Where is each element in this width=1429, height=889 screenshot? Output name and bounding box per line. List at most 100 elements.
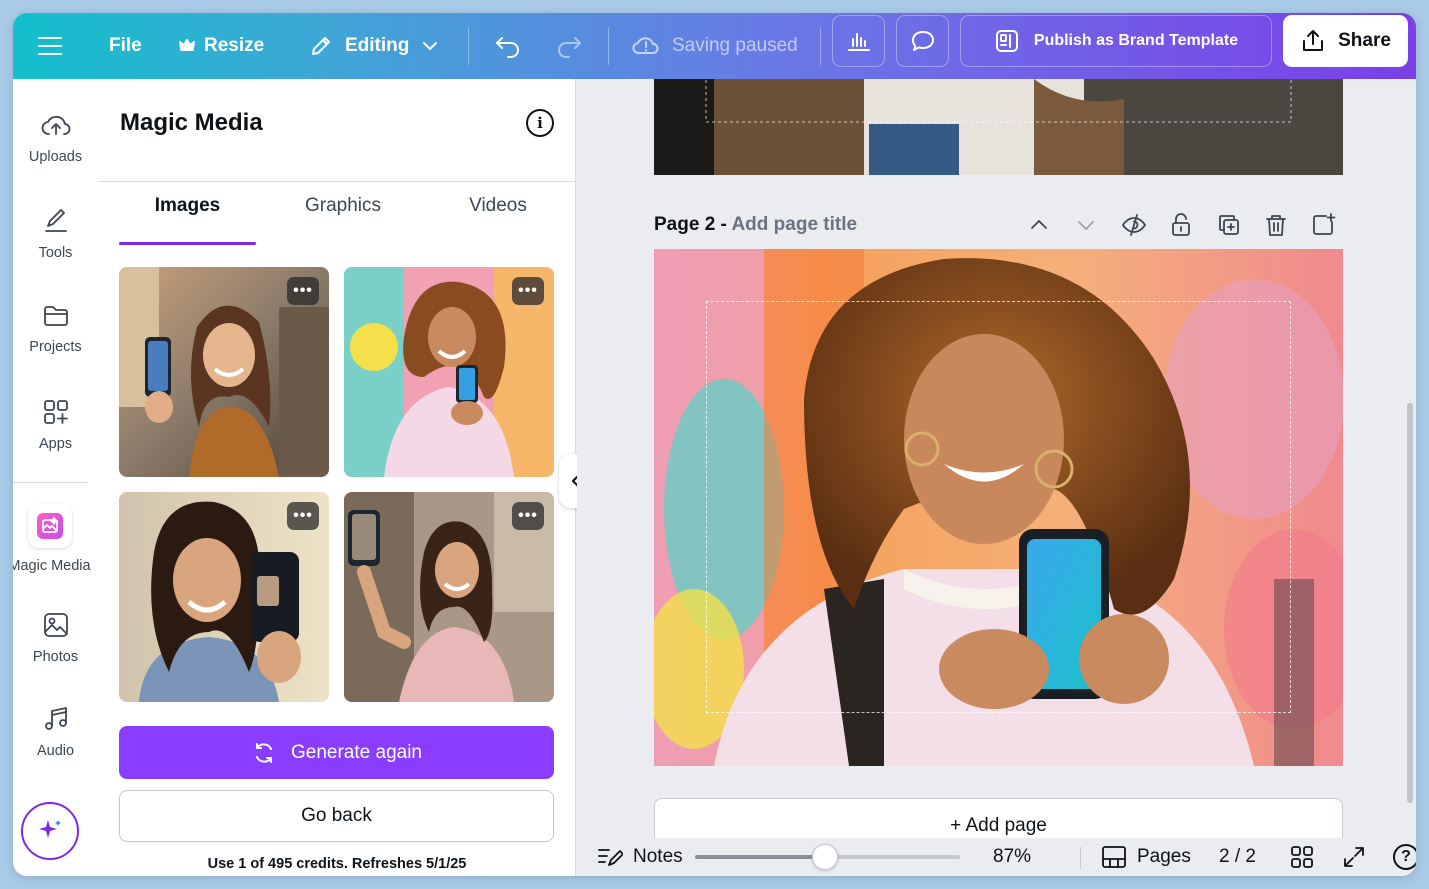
chevron-up-icon [1031, 220, 1047, 229]
page-1-image [654, 79, 1343, 175]
more-options-button[interactable]: ••• [287, 277, 319, 305]
chevron-down-icon [423, 42, 438, 50]
generated-image-4[interactable]: ••• [344, 492, 554, 702]
eye-slash-icon [1122, 214, 1146, 236]
zoom-slider[interactable] [695, 844, 960, 870]
bottom-divider [1080, 847, 1081, 869]
more-options-button[interactable]: ••• [512, 502, 544, 530]
pages-button[interactable]: Pages [1101, 838, 1191, 876]
sparkle-icon [39, 820, 61, 838]
sidebar-item-apps[interactable]: Apps [13, 398, 98, 452]
apps-grid-icon [43, 400, 68, 424]
editing-mode-dropdown[interactable]: Editing [309, 13, 439, 79]
sidebar-label: Audio [36, 743, 75, 759]
bottom-toolbar: Notes 87% Pages 2 / 2 ? [577, 838, 1416, 876]
generated-image-3[interactable]: ••• [119, 492, 329, 702]
magic-image-icon [41, 517, 58, 533]
sidebar-label: Magic Media [13, 558, 91, 574]
saving-status-label: Saving paused [672, 35, 798, 56]
sidebar-item-audio[interactable]: Audio [13, 705, 98, 759]
notes-icon [598, 849, 623, 866]
sidebar-label: Uploads [28, 149, 83, 165]
page-label: Page 2 - Add page title [654, 214, 857, 236]
zoom-level-button[interactable]: 87% [993, 838, 1031, 876]
delete-page-button[interactable] [1263, 212, 1289, 238]
resize-label: Resize [204, 35, 265, 56]
undo-icon [496, 37, 519, 58]
help-icon: ? [1393, 844, 1416, 870]
info-icon[interactable]: i [526, 109, 554, 137]
add-page-button[interactable] [1310, 212, 1336, 238]
sidebar-label: Tools [38, 245, 73, 261]
generated-image-2[interactable]: ••• [344, 267, 554, 477]
saving-status[interactable]: Saving paused [632, 13, 798, 79]
page-2-header: Page 2 - Add page title [654, 212, 1343, 240]
photo-icon [43, 613, 68, 637]
tab-graphics[interactable]: Graphics [278, 195, 408, 229]
fullscreen-button[interactable] [1342, 838, 1366, 876]
folder-icon [43, 306, 68, 326]
duplicate-page-button[interactable] [1216, 212, 1242, 238]
canvas-scrollbar[interactable] [1407, 403, 1413, 803]
more-options-button[interactable]: ••• [287, 502, 319, 530]
redo-icon [558, 37, 581, 58]
page-2-canvas[interactable] [654, 249, 1343, 766]
cloud-upload-icon [41, 115, 70, 135]
move-page-down-button[interactable] [1073, 212, 1099, 238]
insights-button[interactable] [832, 15, 885, 67]
grid-view-button[interactable] [1290, 838, 1314, 876]
sidebar-label: Apps [38, 436, 73, 452]
move-page-up-button[interactable] [1026, 212, 1052, 238]
redo-button[interactable] [555, 13, 583, 79]
sidebar-label: Projects [29, 339, 82, 355]
sidebar-item-uploads[interactable]: Uploads [13, 113, 98, 165]
undo-button[interactable] [494, 13, 522, 79]
zoom-level: 87% [993, 846, 1032, 867]
tab-images[interactable]: Images [119, 195, 256, 229]
sidebar-item-tools[interactable]: Tools [13, 207, 98, 261]
generate-again-button[interactable]: Generate again [119, 726, 554, 779]
panel-divider [98, 181, 576, 182]
page-count-label: 2 / 2 [1219, 846, 1256, 867]
bar-chart-icon [847, 33, 870, 51]
safe-area-guide [706, 301, 1291, 713]
grid-view-icon [1291, 846, 1313, 868]
pages-label: Pages [1137, 846, 1191, 867]
page-1-thumbnail[interactable] [654, 79, 1343, 175]
comments-button[interactable] [896, 15, 949, 67]
left-sidebar: Uploads Tools Projects Apps Magic Media … [13, 79, 98, 876]
trash-icon [1266, 215, 1286, 236]
add-page-bar[interactable]: + Add page [654, 798, 1343, 838]
top-toolbar: File Resize Editing Saving paused Publis… [13, 13, 1416, 79]
generated-image-1[interactable]: ••• [119, 267, 329, 477]
magic-media-tile [27, 504, 72, 548]
comment-icon [911, 31, 934, 51]
refresh-icon [256, 742, 272, 763]
hamburger-icon [38, 37, 62, 55]
resize-button[interactable]: Resize [179, 13, 264, 79]
notes-button[interactable]: Notes [597, 838, 683, 876]
crown-icon [179, 39, 195, 51]
music-note-icon [44, 707, 67, 730]
pencil-icon [312, 37, 330, 55]
publish-label: Publish as Brand Template [1033, 32, 1239, 49]
go-back-button[interactable]: Go back [119, 790, 554, 842]
publish-brand-template-button[interactable]: Publish as Brand Template [960, 15, 1272, 67]
file-menu-button[interactable]: File [109, 13, 142, 79]
sidebar-item-photos[interactable]: Photos [13, 611, 98, 665]
share-button[interactable]: Share [1283, 15, 1408, 67]
menu-button[interactable] [37, 13, 63, 79]
zoom-slider-handle[interactable] [811, 844, 838, 870]
magic-assistant-button[interactable] [21, 802, 79, 860]
help-button[interactable]: ? [1393, 838, 1416, 876]
lock-page-button[interactable] [1168, 212, 1194, 238]
page-title-input[interactable]: Add page title [731, 214, 857, 235]
hide-page-button[interactable] [1121, 212, 1147, 238]
pages-icon [1102, 846, 1126, 868]
more-options-button[interactable]: ••• [512, 277, 544, 305]
share-label: Share [1338, 30, 1391, 51]
sidebar-item-projects[interactable]: Projects [13, 303, 98, 355]
sidebar-item-magic-media[interactable]: Magic Media [13, 504, 92, 574]
tab-videos[interactable]: Videos [433, 195, 563, 229]
page-counter: 2 / 2 [1219, 838, 1256, 876]
